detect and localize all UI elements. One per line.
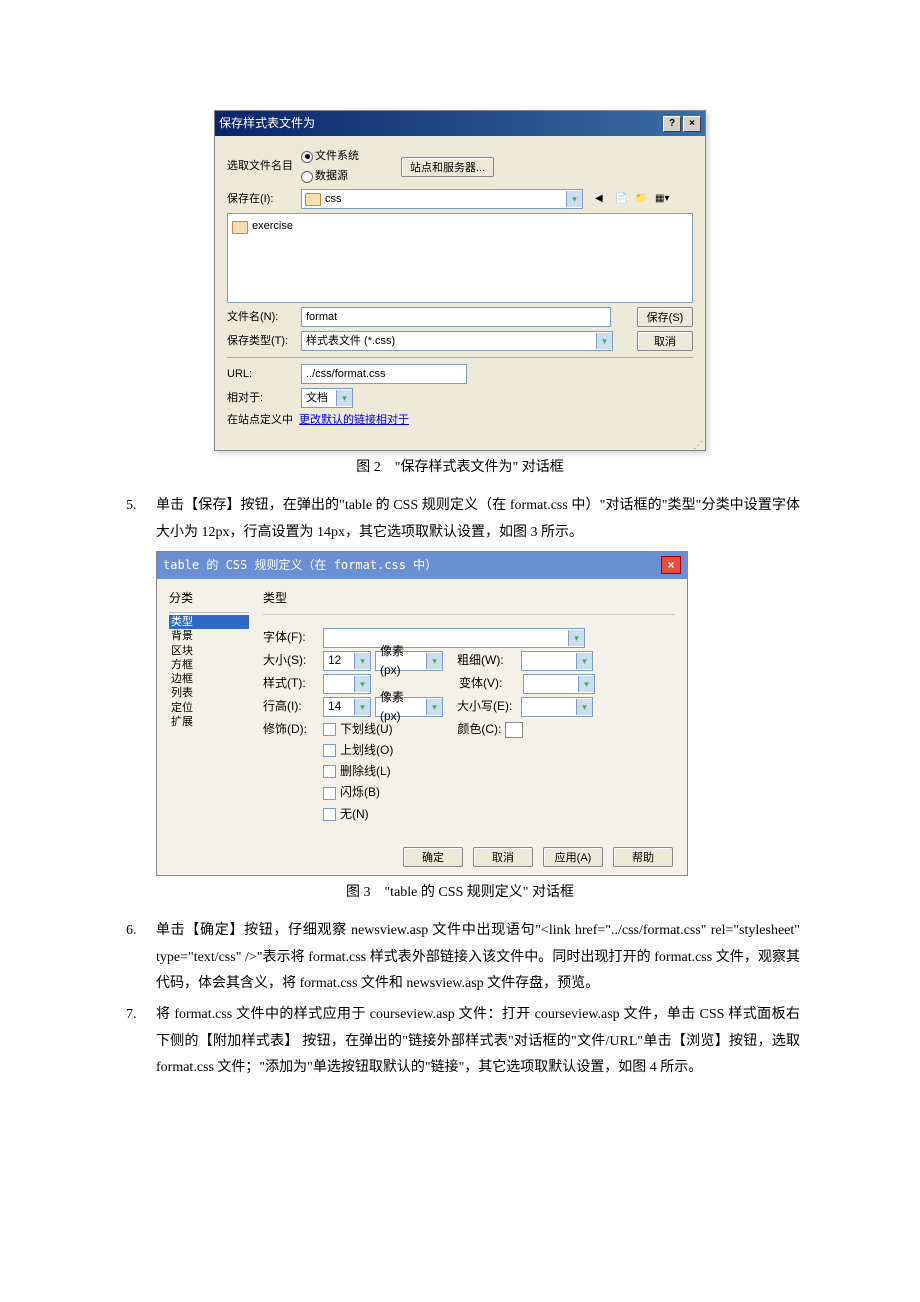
dialog1-title: 保存样式表文件为 (219, 114, 315, 133)
weight-label: 粗细(W): (457, 651, 517, 670)
savein-combo[interactable]: css ▾ (301, 189, 583, 209)
cancel-button[interactable]: 取消 (637, 331, 693, 351)
weight-combo[interactable]: ▾ (521, 651, 593, 671)
close-icon[interactable]: × (683, 116, 701, 132)
file-list-view[interactable]: exercise (227, 213, 693, 303)
chevron-down-icon[interactable]: ▾ (354, 653, 370, 669)
chevron-down-icon[interactable]: ▾ (354, 699, 370, 715)
save-stylesheet-dialog: 保存样式表文件为 ? × 选取文件名目 文件系统 数据源 站点和服务器... 保… (214, 110, 706, 451)
size-unit-combo[interactable]: 像素(px)▾ (375, 651, 443, 671)
figure2-caption: 图 2 "保存样式表文件为" 对话框 (120, 457, 800, 479)
cat-pos[interactable]: 定位 (169, 701, 249, 715)
dialog1-titlebar: 保存样式表文件为 ? × (215, 111, 705, 136)
style-combo[interactable]: ▾ (323, 674, 371, 694)
help-icon[interactable]: ? (663, 116, 681, 132)
filename-label: 文件名(N): (227, 309, 295, 327)
chevron-down-icon[interactable]: ▾ (566, 191, 582, 207)
chk-overline[interactable]: 上划线(O) (323, 741, 393, 760)
ok-button[interactable]: 确定 (403, 847, 463, 867)
chevron-down-icon[interactable]: ▾ (354, 676, 370, 692)
category-title: 分类 (169, 589, 249, 608)
chk-none[interactable]: 无(N) (323, 805, 393, 824)
cat-bg[interactable]: 背景 (169, 629, 249, 643)
case-combo[interactable]: ▾ (521, 697, 593, 717)
chevron-down-icon[interactable]: ▾ (426, 653, 442, 669)
help-button[interactable]: 帮助 (613, 847, 673, 867)
cat-border[interactable]: 边框 (169, 672, 249, 686)
case-label: 大小写(E): (457, 697, 517, 716)
relative-label: 相对于: (227, 390, 295, 408)
apply-button[interactable]: 应用(A) (543, 847, 603, 867)
chevron-down-icon[interactable]: ▾ (426, 699, 442, 715)
color-swatch[interactable] (505, 722, 523, 738)
props-title: 类型 (263, 589, 675, 608)
chevron-down-icon[interactable]: ▾ (576, 699, 592, 715)
newfolder-icon[interactable]: 📁 (635, 191, 651, 207)
step-7: 将 format.css 文件中的样式应用于 courseview.asp 文件… (120, 1002, 800, 1082)
chevron-down-icon[interactable]: ▾ (576, 653, 592, 669)
resize-grip-icon[interactable]: ⋰ (215, 442, 705, 450)
step-6: 单击【确定】按钮，仔细观察 newsview.asp 文件中出现语句"<link… (120, 918, 800, 998)
style-label: 样式(T): (263, 674, 319, 693)
folder-icon (232, 221, 248, 234)
site-server-button[interactable]: 站点和服务器... (401, 157, 494, 177)
decoration-label: 修饰(D): (263, 720, 319, 739)
lineheight-combo[interactable]: 14▾ (323, 697, 371, 717)
save-button[interactable]: 保存(S) (637, 307, 693, 327)
cat-list[interactable]: 列表 (169, 686, 249, 700)
step-5: 单击【保存】按钮，在弹出的"table 的 CSS 规则定义（在 format.… (120, 493, 800, 546)
chk-linethrough[interactable]: 删除线(L) (323, 762, 393, 781)
folder-item[interactable]: exercise (232, 218, 688, 236)
cat-box[interactable]: 方框 (169, 658, 249, 672)
chevron-down-icon[interactable]: ▾ (568, 630, 584, 646)
dialog2-title: table 的 CSS 规则定义（在 format.css 中） (163, 556, 437, 575)
figure3-caption: 图 3 "table 的 CSS 规则定义" 对话框 (120, 882, 800, 904)
up-icon[interactable]: 📄 (615, 191, 631, 207)
font-label: 字体(F): (263, 628, 319, 647)
url-label: URL: (227, 366, 295, 384)
url-input[interactable]: ../css/format.css (301, 364, 467, 384)
back-icon[interactable]: ◀ (595, 191, 611, 207)
chevron-down-icon[interactable]: ▾ (336, 390, 352, 406)
radio-filesystem[interactable]: 文件系统 (301, 148, 359, 166)
change-default-link[interactable]: 更改默认的链接相对于 (299, 412, 409, 430)
cat-ext[interactable]: 扩展 (169, 715, 249, 729)
size-combo[interactable]: 12▾ (323, 651, 371, 671)
filetype-label: 保存类型(T): (227, 333, 295, 351)
variant-label: 变体(V): (459, 674, 519, 693)
filetype-combo[interactable]: 样式表文件 (*.css) ▾ (301, 331, 613, 351)
css-rule-dialog: table 的 CSS 规则定义（在 format.css 中） × 分类 类型… (156, 551, 688, 876)
category-list[interactable]: 类型 背景 区块 方框 边框 列表 定位 扩展 (169, 612, 249, 729)
filename-input[interactable]: format (301, 307, 611, 327)
cat-type[interactable]: 类型 (169, 615, 249, 629)
color-label: 颜色(C): (457, 720, 501, 739)
lineheight-label: 行高(I): (263, 697, 319, 716)
footer-text: 在站点定义中 (227, 412, 293, 430)
dialog2-titlebar: table 的 CSS 规则定义（在 format.css 中） × (157, 552, 687, 579)
chk-blink[interactable]: 闪烁(B) (323, 783, 393, 802)
cat-block[interactable]: 区块 (169, 644, 249, 658)
lineheight-unit-combo[interactable]: 像素(px)▾ (375, 697, 443, 717)
chevron-down-icon[interactable]: ▾ (596, 333, 612, 349)
variant-combo[interactable]: ▾ (523, 674, 595, 694)
viewmenu-icon[interactable]: ▦▾ (655, 191, 671, 207)
radio-datasource[interactable]: 数据源 (301, 168, 359, 186)
close-icon[interactable]: × (661, 556, 681, 574)
cancel-button[interactable]: 取消 (473, 847, 533, 867)
relative-combo[interactable]: 文档 ▾ (301, 388, 353, 408)
font-combo[interactable]: ▾ (323, 628, 585, 648)
size-label: 大小(S): (263, 651, 319, 670)
chk-underline[interactable]: 下划线(U) (323, 720, 393, 739)
chevron-down-icon[interactable]: ▾ (578, 676, 594, 692)
savein-label: 保存在(I): (227, 191, 295, 209)
select-label: 选取文件名目 (227, 158, 295, 176)
